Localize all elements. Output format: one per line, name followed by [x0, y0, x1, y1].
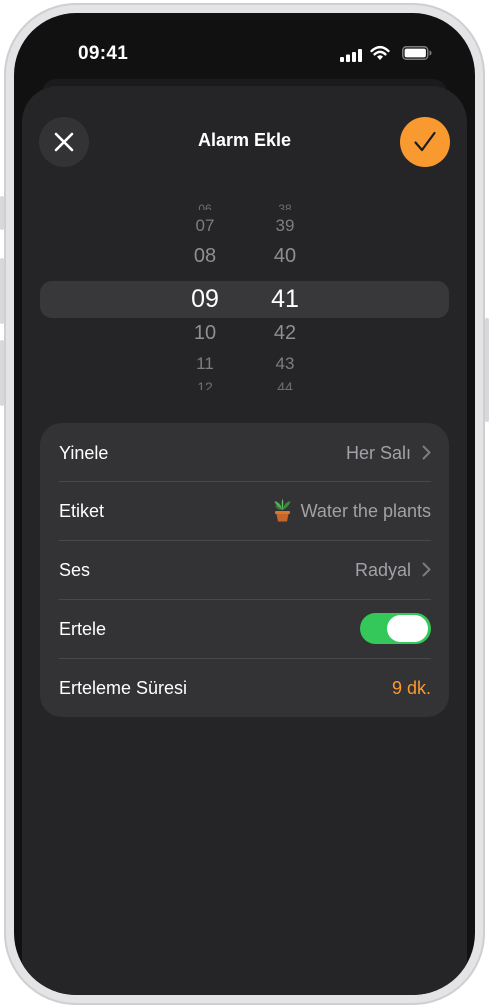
- minute-option[interactable]: 38: [255, 202, 315, 210]
- minute-selected[interactable]: 41: [255, 285, 315, 314]
- alarm-settings-group: Yinele Her Salı Etiket Water the plants …: [40, 423, 449, 717]
- snooze-duration-label: Erteleme Süresi: [59, 678, 188, 698]
- sound-label: Ses: [59, 560, 91, 580]
- hour-option[interactable]: 07: [175, 216, 235, 236]
- time-picker[interactable]: 06 07 08 09 10 11 12 38 39 40 41 42 43 4…: [22, 186, 467, 396]
- confirm-button[interactable]: [400, 117, 450, 167]
- chevron-right-icon: [422, 562, 431, 577]
- cellular-signal-icon: [340, 49, 362, 62]
- label-text: Water the plants: [300, 501, 431, 521]
- status-bar: 09:41: [14, 13, 475, 83]
- snooze-toggle[interactable]: [360, 613, 431, 644]
- status-time: 09:41: [78, 43, 129, 64]
- minute-option[interactable]: 42: [255, 322, 315, 345]
- repeat-row[interactable]: Yinele Her Salı: [40, 424, 449, 482]
- snooze-label: Ertele: [59, 619, 107, 639]
- minute-option[interactable]: 39: [255, 216, 315, 236]
- snooze-duration-value: 9 dk.: [391, 678, 431, 698]
- repeat-value: Her Salı: [345, 443, 411, 463]
- screen: 09:41 Alarm Ekle 06 07 08 09 10 11 12 38…: [14, 13, 475, 995]
- hour-option[interactable]: 11: [175, 354, 235, 374]
- chevron-right-icon: [422, 445, 431, 460]
- hour-option[interactable]: 10: [175, 322, 235, 345]
- hour-selected[interactable]: 09: [175, 285, 235, 314]
- hour-option[interactable]: 08: [175, 245, 235, 268]
- toggle-knob: [387, 615, 428, 642]
- sound-value: Radyal: [354, 560, 411, 580]
- minute-wheel[interactable]: 38 39 40 41 42 43 44: [255, 186, 315, 396]
- power-button: [485, 318, 489, 422]
- add-alarm-sheet: Alarm Ekle 06 07 08 09 10 11 12 38 39 40…: [22, 86, 467, 995]
- battery-icon: [402, 46, 432, 60]
- snooze-duration-row[interactable]: Erteleme Süresi 9 dk.: [40, 659, 449, 717]
- label-row[interactable]: Etiket Water the plants: [40, 482, 449, 540]
- repeat-label: Yinele: [59, 443, 109, 463]
- hour-option[interactable]: 06: [175, 202, 235, 210]
- picker-selection-band: [40, 281, 449, 318]
- snooze-row: Ertele: [40, 600, 449, 658]
- sound-row[interactable]: Ses Radyal: [40, 541, 449, 599]
- minute-option[interactable]: 44: [255, 379, 315, 390]
- wifi-icon: [370, 45, 390, 60]
- volume-up-button: [0, 258, 4, 324]
- hour-wheel[interactable]: 06 07 08 09 10 11 12: [175, 186, 235, 396]
- hour-option[interactable]: 12: [175, 379, 235, 390]
- label-value: Water the plants: [272, 482, 431, 540]
- mute-switch: [0, 196, 4, 230]
- label-label: Etiket: [59, 501, 105, 521]
- potted-plant-icon: [274, 498, 291, 522]
- checkmark-icon: [414, 131, 436, 152]
- minute-option[interactable]: 40: [255, 245, 315, 268]
- volume-down-button: [0, 340, 4, 406]
- minute-option[interactable]: 43: [255, 354, 315, 374]
